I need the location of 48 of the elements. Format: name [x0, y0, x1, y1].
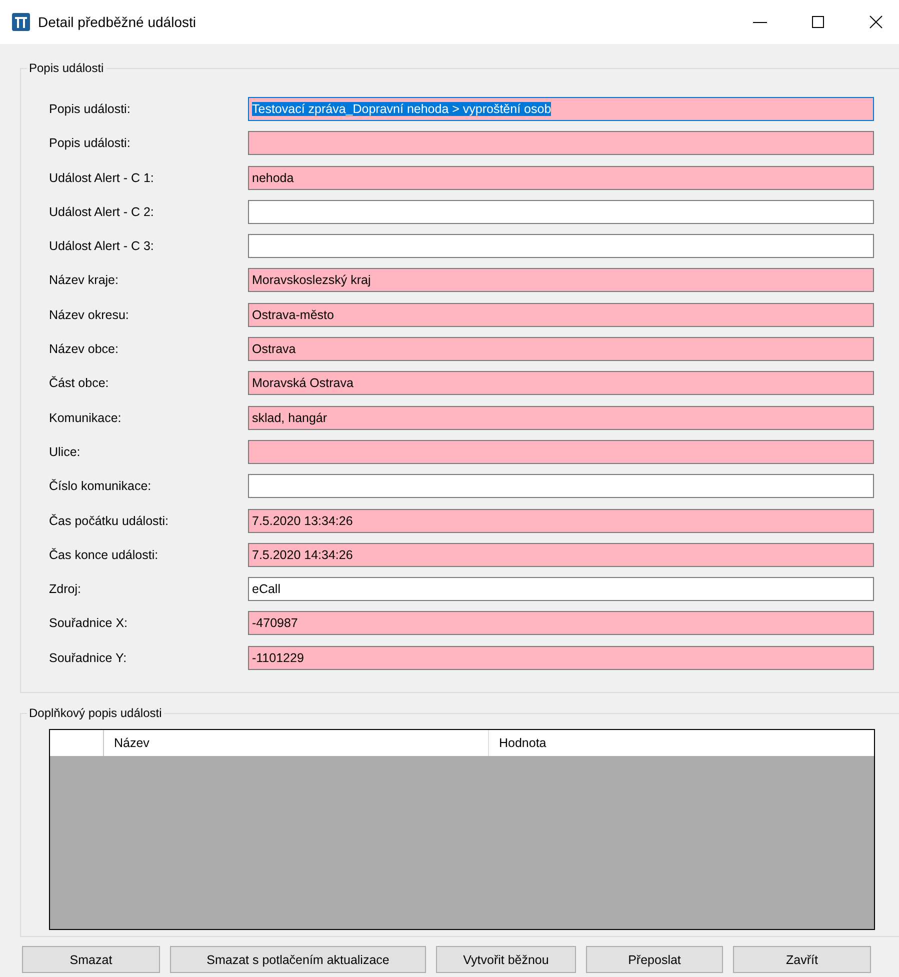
action-button[interactable]: Přeposlat	[586, 946, 723, 973]
field-label: Událost Alert - C 1:	[48, 170, 155, 185]
input-field[interactable]: Ostrava	[248, 337, 874, 362]
input-field[interactable]: eCall	[248, 577, 874, 602]
input-field[interactable]: nehoda	[248, 166, 874, 190]
field-label: Událost Alert - C 2:	[48, 204, 155, 219]
input-field[interactable]: Moravská Ostrava	[248, 371, 874, 396]
maximize-icon	[811, 15, 825, 29]
input-field[interactable]: Ostrava-město	[248, 302, 874, 327]
input-field[interactable]: Testovací zpráva_Dopravní nehoda > vyproštění osob	[248, 97, 874, 121]
field-label: Popis události:	[48, 136, 132, 150]
input-field[interactable]: 7.5.2020 13:34:26	[248, 508, 874, 533]
field-label: Číslo komunikace:	[48, 479, 152, 494]
input-field[interactable]	[248, 131, 874, 156]
data-grid[interactable]: Název Hodnota	[49, 729, 875, 930]
window-title: Detail předběžné události	[38, 14, 197, 30]
group-title: Doplňkový popis události	[27, 706, 164, 720]
group-title: Popis události	[27, 61, 106, 75]
field-label: Souřadnice Y:	[48, 650, 128, 665]
action-button[interactable]: Smazat	[22, 946, 160, 973]
action-button[interactable]: Zavřít	[733, 946, 871, 973]
field-label: Souřadnice X:	[48, 616, 129, 630]
app-icon	[12, 13, 30, 31]
close-icon	[869, 15, 883, 29]
input-field[interactable]: sklad, hangár	[248, 406, 874, 430]
input-field[interactable]	[248, 440, 874, 464]
action-button[interactable]: Vytvořit běžnou	[436, 946, 576, 973]
field-label: Zdroj:	[48, 582, 82, 596]
field-label: Název obce:	[48, 342, 120, 356]
input-field[interactable]: Moravskoslezský kraj	[248, 268, 874, 292]
column-header[interactable]: Název	[104, 730, 489, 756]
field-label: Čas počátku události:	[48, 514, 170, 528]
field-label: Komunikace:	[48, 410, 122, 425]
field-label: Čas konce události:	[48, 548, 160, 562]
field-label: Událost Alert - C 3:	[48, 239, 155, 254]
field-label: Popis události:	[48, 102, 132, 116]
input-field[interactable]	[248, 474, 874, 498]
input-field[interactable]: 7.5.2020 14:34:26	[248, 542, 874, 567]
input-field[interactable]: -1101229	[248, 646, 874, 670]
action-button[interactable]: Smazat s potlačením aktualizace	[170, 946, 426, 973]
field-label: Ulice:	[48, 444, 82, 459]
field-label: Část obce:	[48, 376, 110, 390]
input-field[interactable]	[248, 234, 874, 258]
field-label: Název kraje:	[48, 273, 120, 288]
input-field[interactable]	[248, 200, 874, 224]
input-field[interactable]: -470987	[248, 611, 874, 636]
field-label: Název okresu:	[48, 308, 130, 322]
column-header[interactable]: Hodnota	[489, 730, 874, 756]
